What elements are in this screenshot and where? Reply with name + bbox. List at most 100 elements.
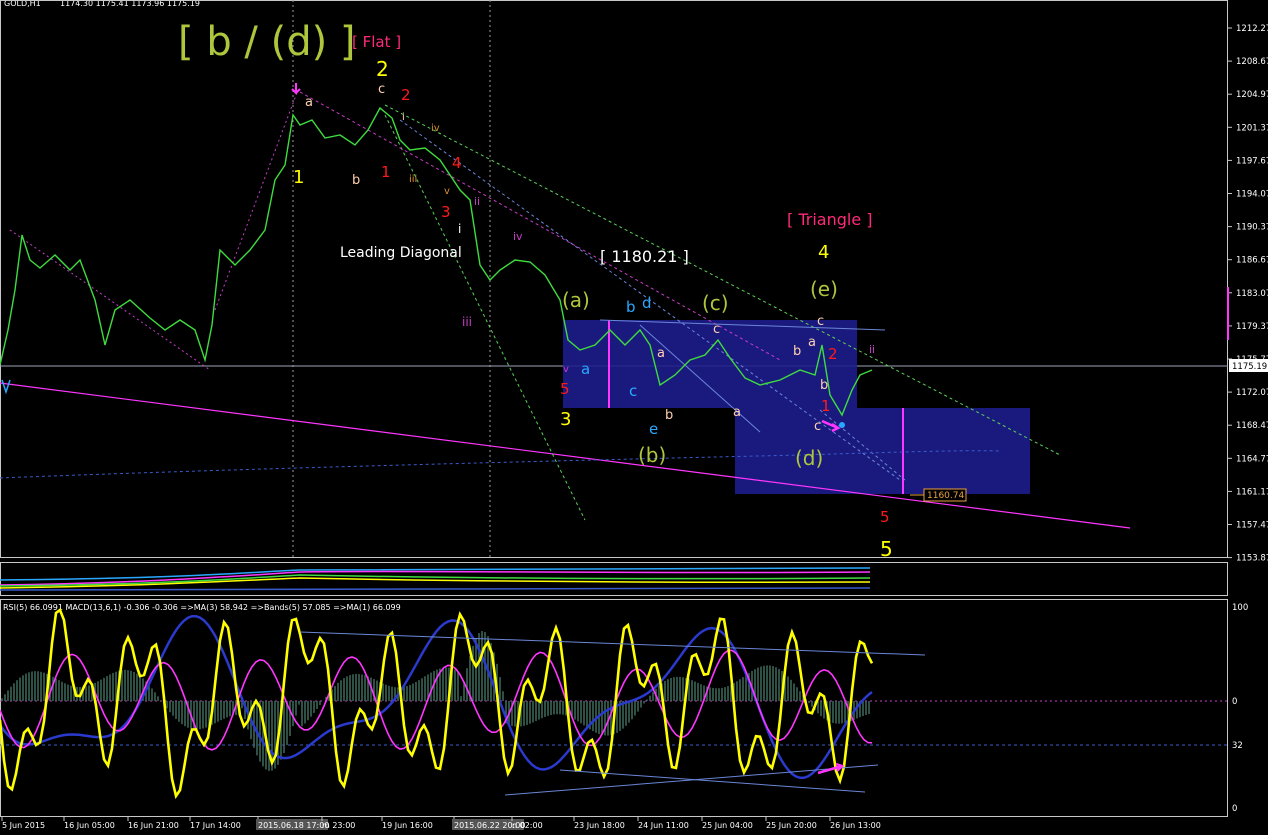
wave-label: i [402, 112, 405, 123]
wave-label: b [820, 378, 828, 393]
wave-label: b [665, 408, 673, 423]
wave-label: b [793, 344, 801, 359]
cyan-dot-icon [839, 422, 845, 428]
sub-panel-lines [0, 567, 871, 591]
wave-label: b [352, 173, 360, 188]
time-label: 2015.06.18 17:00 [258, 821, 329, 830]
wave-label: 2 [828, 345, 838, 363]
wave-label: (e) [810, 277, 838, 301]
price-tick-label: 1164.77 [1236, 454, 1268, 464]
price-tick-label: 1201.37 [1236, 123, 1268, 133]
rsi-line [0, 607, 874, 800]
main-panel-border [0, 0, 1228, 558]
price-tick-label: 1157.47 [1236, 521, 1268, 531]
panel-borders [0, 0, 1228, 817]
price-tick-label: 1212.27 [1236, 24, 1268, 34]
time-label: 16 Jun 05:00 [64, 821, 115, 830]
time-label: 25 Jun 04:00 [702, 821, 753, 830]
wave-label: (d) [795, 446, 823, 470]
oscillator-axis: 100 0 32 0 [1232, 603, 1248, 814]
wave-label: iii [409, 174, 417, 185]
wave-label: 2 [376, 57, 389, 81]
wave-label: 5 [880, 537, 893, 561]
leading-diagonal-label: Leading Diagonal [340, 245, 462, 261]
wave-label: 4 [818, 242, 829, 263]
price-tick-label: 1168.47 [1236, 421, 1268, 431]
wave-label: a [657, 346, 665, 361]
target-price-label: 1160.74 [927, 491, 964, 501]
wave-label: d [642, 294, 652, 312]
vertical-markers [292, 0, 491, 558]
indicator-label: RSI(5) 66.0991 MACD(13,6,1) -0.306 -0.30… [3, 603, 401, 612]
price-tick-label: 1197.67 [1236, 156, 1268, 166]
time-label: 17 Jun 14:00 [190, 821, 241, 830]
time-label: 24 Jun 11:00 [638, 821, 689, 830]
wave-label: 3 [441, 203, 451, 221]
cyan-up-arrow-icon [1, 379, 11, 395]
main-wave-title: [ b / (d) ] [178, 19, 356, 65]
wave-label: i [458, 222, 461, 236]
wave-label: 2 [401, 86, 411, 104]
oscillator-panel: RSI(5) 66.0991 MACD(13,6,1) -0.306 -0.30… [0, 603, 1248, 814]
wave-label: a [733, 405, 741, 420]
wave-label: c [629, 382, 637, 400]
price-tick-label: 1161.17 [1236, 487, 1268, 497]
wave-label: a [808, 335, 816, 350]
ohlc-readout: 1174.30 1175.41 1173.96 1175.19 [60, 0, 200, 8]
time-label: 25 Jun 20:00 [766, 821, 817, 830]
time-label: 23 Jun 18:00 [574, 821, 625, 830]
chart-canvas[interactable]: GOLD,H1 1174.30 1175.41 1173.96 1175.19 [0, 0, 1268, 835]
time-label: m 23:00 [322, 821, 355, 830]
price-tick-label: 1172.07 [1236, 388, 1268, 398]
wave-label: (c) [702, 291, 729, 315]
time-label: 26 Jun 13:00 [830, 821, 881, 830]
wave-label: 1 [293, 167, 304, 188]
price-tick-label: 1194.07 [1236, 190, 1268, 200]
magenta-dotted-up [214, 89, 299, 311]
wave-label: ii [869, 343, 875, 356]
price-level-label: [ 1180.21 ] [600, 247, 689, 266]
wave-label: 5 [560, 380, 570, 398]
wave-label: v [563, 364, 569, 375]
price-tick-label: 1190.37 [1236, 223, 1268, 233]
time-label: 5 Jun 2015 [2, 821, 45, 830]
osc-lower-trendline [504, 764, 879, 796]
time-label: 16 Jun 21:00 [128, 821, 179, 830]
wave-label: b [626, 298, 636, 316]
wave-label: v [444, 186, 450, 197]
magenta-dotted-left [9, 229, 211, 371]
wave-label: iv [513, 230, 523, 243]
price-tick-label: 1153.87 [1236, 554, 1268, 564]
time-axis: 5 Jun 2015 16 Jun 05:00 16 Jun 21:00 17 Jun… [1, 817, 881, 830]
down-arrow-icon [291, 83, 301, 95]
wave-label: e [649, 420, 658, 438]
wave-label: 1 [381, 163, 391, 181]
symbol-label: GOLD,H1 [4, 0, 41, 8]
price-tick-label: 1183.07 [1236, 289, 1268, 299]
price-tick-label: 1204.97 [1236, 90, 1268, 100]
time-label: n 02:00 [512, 821, 543, 830]
wave-label: c [814, 419, 821, 434]
price-tick-label: 1186.67 [1236, 256, 1268, 266]
price-tick-label: 1208.67 [1236, 57, 1268, 67]
magenta-dotted-channel [299, 91, 781, 361]
wave-label: 3 [560, 409, 571, 430]
osc-tick-label: 0 [1232, 697, 1237, 707]
wave-label: 1 [821, 397, 831, 415]
osc-tick-label: 32 [1232, 741, 1243, 751]
current-price-badge: 1175.19 [1229, 359, 1268, 372]
flat-label: [ Flat ] [352, 33, 401, 51]
time-label: 19 Jun 16:00 [382, 821, 433, 830]
wave-label: (a) [562, 288, 590, 312]
wave-label: c [817, 314, 824, 329]
wave-label: c [378, 82, 385, 97]
wave-label: iv [431, 123, 440, 134]
wave-label: ii [474, 195, 480, 208]
current-price-value: 1175.19 [1232, 362, 1267, 372]
wave-label: c [713, 322, 720, 337]
wave-label: 5 [880, 508, 890, 526]
osc-tick-label: 100 [1232, 603, 1248, 613]
wave-label: iii [462, 315, 472, 329]
wave-label: (b) [638, 443, 666, 467]
triangle-label: [ Triangle ] [787, 210, 873, 229]
